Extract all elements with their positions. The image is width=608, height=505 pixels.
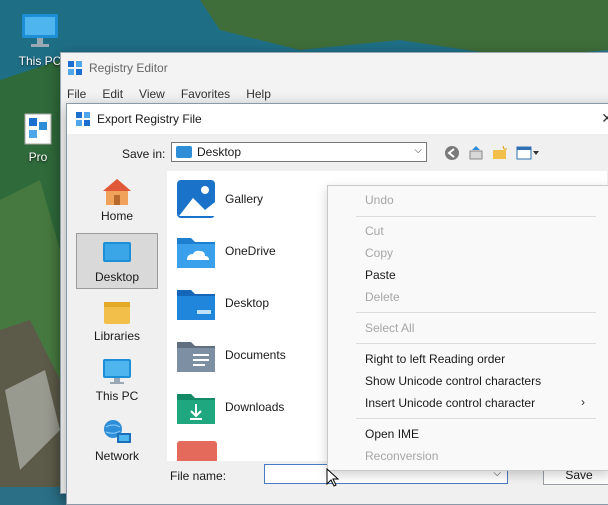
desktop-icon-label: Pro xyxy=(28,150,48,164)
place-label: Libraries xyxy=(93,329,141,343)
registry-editor-icon xyxy=(68,61,82,75)
menu-separator xyxy=(356,216,596,217)
place-libraries[interactable]: Libraries xyxy=(76,293,158,349)
save-in-row: Save in: Desktop ⌵ xyxy=(67,140,608,166)
place-this-pc[interactable]: This PC xyxy=(76,353,158,409)
mouse-cursor-icon xyxy=(326,468,340,487)
place-label: Network xyxy=(94,449,139,463)
menu-favorites[interactable]: Favorites xyxy=(181,87,230,101)
menu-item-rtl-reading-order[interactable]: Right to left Reading order xyxy=(365,352,505,366)
menu-item-delete[interactable]: Delete xyxy=(365,290,400,304)
file-label: Documents xyxy=(225,348,286,362)
monitor-icon xyxy=(103,359,131,384)
back-icon[interactable] xyxy=(443,144,461,162)
places-bar: Home Desktop Libraries This PC Network xyxy=(73,169,161,469)
list-item[interactable]: OneDrive xyxy=(173,227,276,275)
chevron-down-icon: ⌵ xyxy=(414,145,422,156)
file-label: Desktop xyxy=(225,296,270,310)
new-folder-icon[interactable] xyxy=(491,144,509,162)
menu-item-open-ime[interactable]: Open IME xyxy=(365,427,419,441)
context-menu: Undo Cut Copy Paste Delete Select All Ri… xyxy=(327,185,608,471)
save-in-dropdown[interactable]: Desktop ⌵ xyxy=(171,142,427,162)
home-icon xyxy=(103,179,131,205)
menu-item-insert-unicode[interactable]: Insert Unicode control character xyxy=(365,396,535,410)
window-title: Registry Editor xyxy=(89,61,168,75)
view-menu-icon[interactable] xyxy=(515,144,541,162)
place-label: Desktop xyxy=(94,270,140,284)
place-network[interactable]: Network xyxy=(76,413,158,469)
place-desktop[interactable]: Desktop xyxy=(76,233,158,289)
place-label: This PC xyxy=(95,389,139,403)
file-label: Gallery xyxy=(225,192,264,206)
network-icon xyxy=(104,420,131,443)
chevron-right-icon: › xyxy=(581,395,585,409)
menu-bar: File Edit View Favorites Help xyxy=(61,83,608,105)
save-in-value: Desktop xyxy=(197,145,242,159)
menu-separator xyxy=(356,418,596,419)
onedrive-folder-icon xyxy=(177,238,215,268)
desktop-icon xyxy=(103,242,131,262)
folder-icon xyxy=(176,146,192,158)
monitor-icon xyxy=(22,14,58,47)
place-label: Home xyxy=(100,209,133,223)
menu-separator xyxy=(356,343,596,344)
menu-help[interactable]: Help xyxy=(246,87,271,101)
documents-folder-icon xyxy=(177,342,215,372)
menu-item-paste[interactable]: Paste xyxy=(365,268,396,282)
list-item[interactable]: Gallery xyxy=(173,175,263,223)
file-name-label: File name: xyxy=(170,469,227,483)
menu-separator xyxy=(356,312,596,313)
place-home[interactable]: Home xyxy=(76,173,158,229)
dialog-toolbar xyxy=(443,144,541,162)
file-label: Downloads xyxy=(225,400,285,414)
dialog-titlebar[interactable]: Export Registry File ✕ xyxy=(67,104,608,134)
save-in-label: Save in: xyxy=(122,147,166,161)
menu-view[interactable]: View xyxy=(139,87,165,101)
partial-folder-icon xyxy=(177,441,217,461)
up-folder-icon[interactable] xyxy=(467,144,485,162)
file-label: OneDrive xyxy=(225,244,276,258)
menu-item-select-all[interactable]: Select All xyxy=(365,321,414,335)
desktop-folder-icon xyxy=(177,290,215,320)
dialog-title: Export Registry File xyxy=(97,112,202,126)
desktop-icon-label: This PC xyxy=(18,54,62,68)
downloads-folder-icon xyxy=(177,394,215,424)
close-icon[interactable]: ✕ xyxy=(601,110,608,127)
menu-item-cut[interactable]: Cut xyxy=(365,224,384,238)
menu-file[interactable]: File xyxy=(67,87,86,101)
list-item[interactable]: Downloads xyxy=(173,383,284,431)
registry-editor-icon xyxy=(76,112,90,126)
menu-item-reconversion[interactable]: Reconversion xyxy=(365,449,438,463)
gallery-icon xyxy=(177,180,215,218)
list-item[interactable]: Desktop xyxy=(173,279,269,327)
libraries-icon xyxy=(104,302,130,324)
registry-icon xyxy=(24,113,52,145)
menu-item-show-unicode[interactable]: Show Unicode control characters xyxy=(365,374,541,388)
menu-edit[interactable]: Edit xyxy=(102,87,123,101)
registry-editor-titlebar[interactable]: Registry Editor xyxy=(61,53,608,83)
list-item[interactable]: Documents xyxy=(173,331,286,379)
menu-item-undo[interactable]: Undo xyxy=(365,193,394,207)
menu-item-copy[interactable]: Copy xyxy=(365,246,393,260)
desktop-icon-pro[interactable]: Pro xyxy=(8,108,68,164)
